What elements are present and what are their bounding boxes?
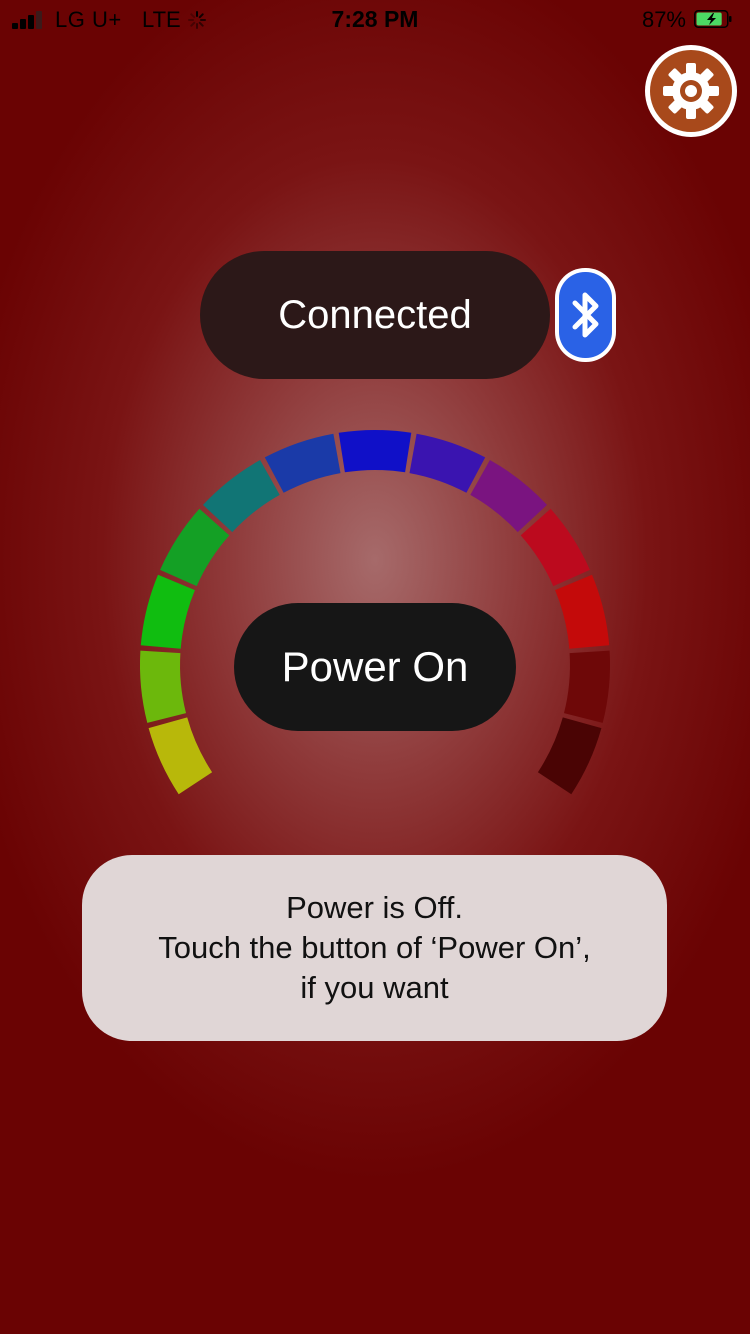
- power-status-message: Power is Off. Touch the button of ‘Power…: [82, 855, 667, 1041]
- bluetooth-badge-face: [559, 272, 612, 358]
- bluetooth-button[interactable]: [555, 268, 616, 362]
- dial-segment-indigo[interactable]: [409, 433, 486, 493]
- connection-status-label: Connected: [278, 292, 472, 337]
- dial-segment-purple[interactable]: [470, 460, 547, 533]
- gear-icon: [663, 63, 719, 119]
- dial-segment-deep-red[interactable]: [537, 717, 602, 795]
- power-on-button[interactable]: Power On: [234, 603, 516, 731]
- dial-segment-yellow-green[interactable]: [148, 717, 213, 795]
- dial-segment-dark-red[interactable]: [564, 650, 611, 723]
- bluetooth-icon: [572, 292, 598, 338]
- dial-segment-green[interactable]: [140, 574, 195, 649]
- message-line-2: Touch the button of ‘Power On’,: [158, 930, 591, 965]
- battery-percentage: 87%: [641, 7, 686, 32]
- dial-segment-blue-1[interactable]: [264, 433, 341, 493]
- battery-charging-icon: [694, 10, 732, 28]
- dial-segment-green-2[interactable]: [160, 508, 230, 587]
- dial-segment-blue-2[interactable]: [338, 429, 412, 473]
- message-line-1: Power is Off.: [286, 890, 463, 925]
- settings-button-face: [650, 50, 732, 132]
- connection-status: Connected: [200, 251, 550, 379]
- dial-segment-red[interactable]: [555, 574, 610, 649]
- message-line-3: if you want: [300, 970, 449, 1005]
- status-bar: LG U+ LTE 7:28 PM 87%: [0, 0, 750, 40]
- power-on-button-label: Power On: [281, 643, 469, 690]
- status-time: 7:28 PM: [331, 6, 419, 32]
- settings-button[interactable]: [645, 45, 737, 137]
- dial-segment-lime[interactable]: [139, 650, 186, 723]
- dial-segment-teal[interactable]: [203, 460, 280, 533]
- dial-segment-crimson[interactable]: [520, 508, 590, 587]
